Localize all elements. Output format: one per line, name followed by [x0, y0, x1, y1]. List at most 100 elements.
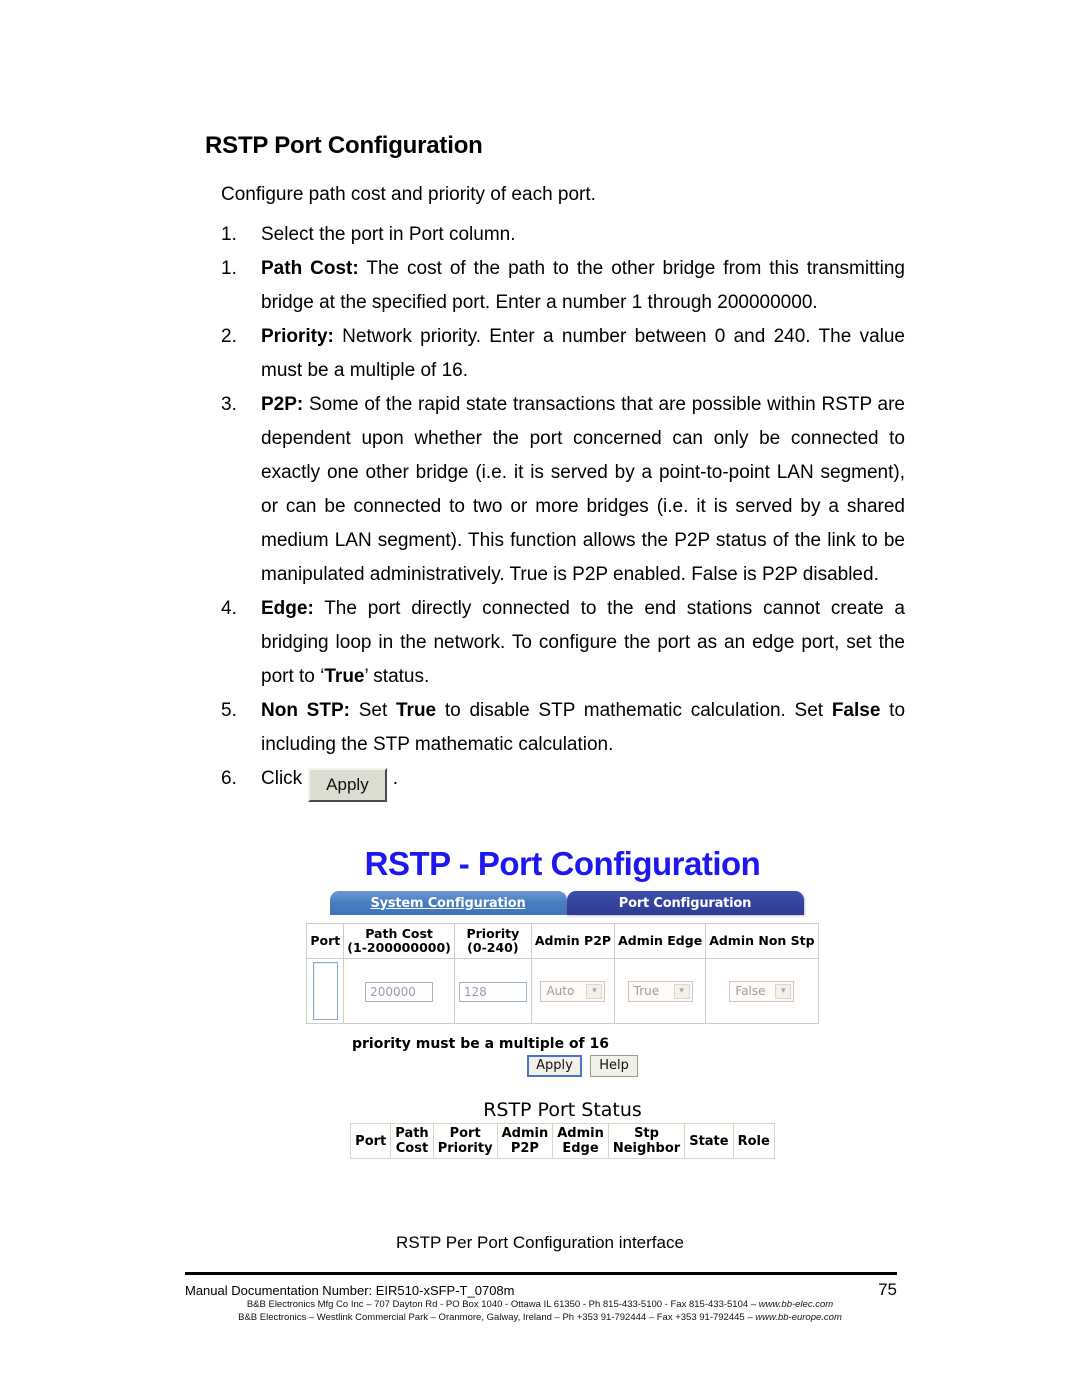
status-col-path-cost: Path Cost — [390, 1123, 434, 1159]
header-line1: Path — [395, 1126, 429, 1141]
webui-page-title: RSTP - Port Configuration — [364, 845, 761, 882]
steps-list: 1. Select the port in Port column. 1. Path… — [205, 218, 905, 802]
header-line1: State — [689, 1133, 729, 1149]
step-item-priority: 2. Priority: Network priority. Enter a nu… — [205, 320, 905, 388]
status-col-port-priority: Port Priority — [432, 1123, 498, 1159]
header-line2: Edge — [562, 1141, 599, 1156]
step-emphasis-true: True — [324, 666, 365, 687]
address-line-2: B&B Electronics – Westlink Commercial Pa… — [0, 1312, 1080, 1325]
header-line2: Neighbor — [612, 1141, 681, 1156]
header-line2: P2P — [510, 1141, 539, 1156]
tab-label: Port Configuration — [618, 895, 752, 911]
cell-admin-non-stp: False ▾ — [705, 958, 819, 1024]
step-lead: Edge: — [261, 598, 314, 619]
tab-label: System Configuration — [370, 895, 526, 911]
figure-caption: RSTP Per Port Configuration interface — [396, 1233, 684, 1252]
tab-port-configuration[interactable]: Port Configuration — [566, 891, 804, 915]
step-item-non-stp: 5. Non STP: Set True to disable STP mathe… — [205, 694, 905, 762]
step-lead: Path Cost: — [261, 258, 359, 279]
step-text: Network priority. Enter a number between… — [261, 326, 905, 381]
address-line-1: B&B Electronics Mfg Co Inc – 707 Dayton … — [0, 1299, 1080, 1312]
col-header-path-cost: Path Cost (1-200000000) — [343, 923, 455, 959]
intro-paragraph: Configure path cost and priority of each… — [221, 184, 596, 205]
header-line1: Port — [449, 1126, 481, 1141]
tab-system-configuration[interactable]: System Configuration — [329, 891, 567, 915]
step-text-c: ’ status. — [364, 666, 430, 687]
step-lead: Priority: — [261, 326, 334, 347]
header-line2: (1-200000000) — [347, 940, 451, 955]
header-line1: Path Cost — [365, 926, 433, 941]
header-line2: (0-240) — [467, 940, 519, 955]
step-item-1: 1. Select the port in Port column. — [205, 218, 905, 252]
priority-input[interactable]: 128 — [458, 981, 527, 1002]
webui-tabbar: System Configuration Port Configuration — [329, 891, 804, 915]
webui-button-row: Apply Help — [330, 1055, 835, 1077]
step-emphasis-false: False — [831, 700, 881, 721]
port-configuration-table: Port Path Cost (1-200000000) Priority (0… — [306, 923, 819, 1024]
col-header-priority: Priority (0-240) — [453, 923, 532, 959]
col-header-admin-edge: Admin Edge — [614, 923, 707, 959]
step-number: 3. — [221, 394, 237, 415]
step-text-c: to disable STP mathematic calculation. S… — [436, 700, 832, 721]
chevron-down-icon: ▾ — [775, 983, 792, 999]
page-content: RSTP Port Configuration Configure path c… — [205, 132, 905, 802]
address-url: www.bb-elec.com — [758, 1299, 834, 1310]
footer-divider — [185, 1272, 897, 1275]
cell-port — [306, 958, 345, 1024]
document-page: RSTP Port Configuration Configure path c… — [0, 0, 1080, 1397]
step-number: 1. — [221, 258, 237, 279]
header-line1: Stp — [634, 1126, 659, 1141]
step-lead: Non STP: — [261, 700, 350, 721]
priority-hint-text: priority must be a multiple of 16 — [352, 1036, 610, 1052]
apply-button[interactable]: Apply — [527, 1055, 582, 1077]
step-emphasis-true: True — [396, 700, 437, 721]
page-number: 75 — [878, 1280, 897, 1299]
step-number: 5. — [221, 700, 237, 721]
footer-doc-number: Manual Documentation Number: EIR510-xSFP… — [185, 1283, 515, 1298]
status-col-state: State — [684, 1123, 734, 1159]
admin-edge-select[interactable]: True ▾ — [627, 980, 693, 1002]
admin-p2p-select[interactable]: Auto ▾ — [540, 980, 606, 1002]
step-text: Select the port in Port column. — [261, 224, 516, 245]
footer-address-block: B&B Electronics Mfg Co Inc – 707 Dayton … — [0, 1299, 1080, 1324]
status-col-admin-edge: Admin Edge — [552, 1123, 609, 1159]
page-title: RSTP Port Configuration — [205, 132, 483, 159]
table-header-row: Port Path Cost (1-200000000) Priority (0… — [306, 923, 819, 959]
header-line1: Port — [310, 933, 341, 948]
cell-priority: 128 — [453, 958, 532, 1024]
path-cost-input[interactable]: 200000 — [365, 981, 434, 1002]
step-item-click-apply: 6. Click Apply. — [205, 762, 905, 802]
address-url: www.bb-europe.com — [755, 1311, 842, 1323]
step-item-edge: 4. Edge: The port directly connected to t… — [205, 592, 905, 694]
step-item-p2p: 3. P2P: Some of the rapid state transacti… — [205, 388, 905, 592]
step-text: Some of the rapid state transactions tha… — [261, 394, 905, 585]
cell-admin-p2p: Auto ▾ — [530, 958, 616, 1024]
step-trailing: . — [392, 768, 398, 789]
status-header-row: Port Path Cost Port Priority Admin P2P A… — [350, 1123, 775, 1159]
step-number: 1. — [221, 224, 237, 245]
status-col-port: Port — [350, 1123, 392, 1159]
step-number: 6. — [221, 768, 237, 789]
port-listbox[interactable] — [312, 962, 338, 1020]
admin-non-stp-select[interactable]: False ▾ — [729, 980, 795, 1002]
header-line1: Role — [737, 1133, 770, 1149]
header-line2: Priority — [437, 1141, 493, 1156]
table-row: 200000 128 Auto ▾ True ▾ False ▾ — [306, 958, 819, 1024]
status-col-admin-p2p: Admin P2P — [496, 1123, 554, 1159]
status-table-title: RSTP Port Status — [483, 1099, 642, 1121]
rstp-port-status-section: RSTP Port Status Port Path Cost Port Pri… — [290, 1099, 835, 1159]
header-line1: Admin Non Stp — [709, 933, 815, 948]
step-item-path-cost: 1. Path Cost: The cost of the path to the… — [205, 252, 905, 320]
col-header-port: Port — [306, 923, 345, 959]
header-line1: Admin — [557, 1126, 604, 1141]
header-line1: Admin — [501, 1126, 549, 1141]
header-line1: Admin P2P — [534, 933, 612, 948]
status-col-stp-neighbor: Stp Neighbor — [607, 1123, 686, 1159]
footer: Manual Documentation Number: EIR510-xSFP… — [185, 1280, 897, 1300]
select-value: False — [735, 984, 766, 999]
header-line1: Priority — [466, 926, 520, 941]
address-text: B&B Electronics Mfg Co Inc – 707 Dayton … — [246, 1299, 759, 1310]
step-number: 2. — [221, 326, 237, 347]
cell-admin-edge: True ▾ — [614, 958, 707, 1024]
help-button[interactable]: Help — [590, 1055, 638, 1077]
